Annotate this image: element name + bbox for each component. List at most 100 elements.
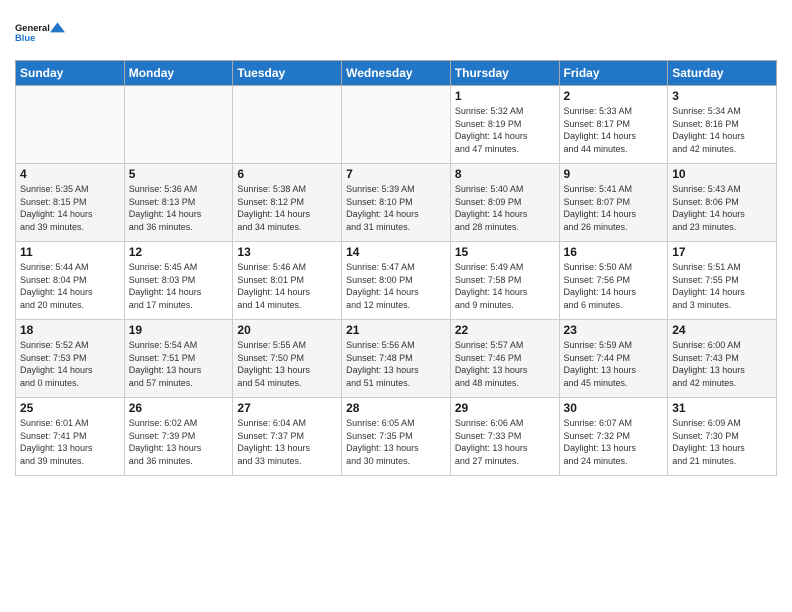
calendar-cell: 3 Sunrise: 5:34 AM Sunset: 8:16 PM Daylig… (668, 86, 777, 164)
day-info: Sunrise: 5:46 AM Sunset: 8:01 PM Dayligh… (237, 261, 337, 311)
day-number: 17 (672, 245, 772, 259)
calendar-cell: 23 Sunrise: 5:59 AM Sunset: 7:44 PM Dayli… (559, 320, 668, 398)
day-number: 28 (346, 401, 446, 415)
day-number: 27 (237, 401, 337, 415)
calendar-cell: 2 Sunrise: 5:33 AM Sunset: 8:17 PM Daylig… (559, 86, 668, 164)
day-number: 9 (564, 167, 664, 181)
day-info: Sunrise: 6:01 AM Sunset: 7:41 PM Dayligh… (20, 417, 120, 467)
calendar-cell: 18 Sunrise: 5:52 AM Sunset: 7:53 PM Dayli… (16, 320, 125, 398)
day-number: 31 (672, 401, 772, 415)
day-info: Sunrise: 5:38 AM Sunset: 8:12 PM Dayligh… (237, 183, 337, 233)
calendar-cell: 26Sunrise: 6:02 AM Sunset: 7:39 PM Dayli… (124, 398, 233, 476)
day-info: Sunrise: 5:59 AM Sunset: 7:44 PM Dayligh… (564, 339, 664, 389)
calendar-cell: 25 Sunrise: 6:01 AM Sunset: 7:41 PM Dayli… (16, 398, 125, 476)
day-number: 13 (237, 245, 337, 259)
calendar-cell: 16Sunrise: 5:50 AM Sunset: 7:56 PM Dayli… (559, 242, 668, 320)
calendar-cell: 27 Sunrise: 6:04 AM Sunset: 7:37 PM Dayli… (233, 398, 342, 476)
calendar-cell: 19 Sunrise: 5:54 AM Sunset: 7:51 PM Dayli… (124, 320, 233, 398)
day-number: 12 (129, 245, 229, 259)
calendar-cell: 10 Sunrise: 5:43 AM Sunset: 8:06 PM Dayli… (668, 164, 777, 242)
day-info: Sunrise: 5:52 AM Sunset: 7:53 PM Dayligh… (20, 339, 120, 389)
day-number: 6 (237, 167, 337, 181)
calendar-cell: 4 Sunrise: 5:35 AM Sunset: 8:15 PM Daylig… (16, 164, 125, 242)
page-container: General Blue SundayMondayTuesdayWednesda… (0, 0, 792, 486)
day-info: Sunrise: 5:34 AM Sunset: 8:16 PM Dayligh… (672, 105, 772, 155)
calendar-cell: 14 Sunrise: 5:47 AM Sunset: 8:00 PM Dayli… (342, 242, 451, 320)
day-number: 5 (129, 167, 229, 181)
day-info: Sunrise: 5:32 AM Sunset: 8:19 PM Dayligh… (455, 105, 555, 155)
logo-svg: General Blue (15, 14, 65, 52)
day-info: Sunrise: 5:55 AM Sunset: 7:50 PM Dayligh… (237, 339, 337, 389)
logo: General Blue (15, 14, 65, 52)
calendar-cell (233, 86, 342, 164)
day-number: 24 (672, 323, 772, 337)
day-info: Sunrise: 5:47 AM Sunset: 8:00 PM Dayligh… (346, 261, 446, 311)
calendar-cell: 21Sunrise: 5:56 AM Sunset: 7:48 PM Dayli… (342, 320, 451, 398)
day-info: Sunrise: 6:00 AM Sunset: 7:43 PM Dayligh… (672, 339, 772, 389)
col-header-wednesday: Wednesday (342, 61, 451, 86)
svg-text:General: General (15, 23, 50, 33)
day-info: Sunrise: 5:40 AM Sunset: 8:09 PM Dayligh… (455, 183, 555, 233)
calendar-cell (16, 86, 125, 164)
day-number: 20 (237, 323, 337, 337)
col-header-tuesday: Tuesday (233, 61, 342, 86)
calendar-cell: 1Sunrise: 5:32 AM Sunset: 8:19 PM Daylig… (450, 86, 559, 164)
day-number: 4 (20, 167, 120, 181)
day-info: Sunrise: 5:33 AM Sunset: 8:17 PM Dayligh… (564, 105, 664, 155)
day-number: 15 (455, 245, 555, 259)
day-info: Sunrise: 5:51 AM Sunset: 7:55 PM Dayligh… (672, 261, 772, 311)
day-info: Sunrise: 6:04 AM Sunset: 7:37 PM Dayligh… (237, 417, 337, 467)
day-number: 23 (564, 323, 664, 337)
col-header-friday: Friday (559, 61, 668, 86)
calendar-cell: 17 Sunrise: 5:51 AM Sunset: 7:55 PM Dayli… (668, 242, 777, 320)
day-number: 8 (455, 167, 555, 181)
calendar-cell: 5 Sunrise: 5:36 AM Sunset: 8:13 PM Daylig… (124, 164, 233, 242)
calendar-week-2: 4 Sunrise: 5:35 AM Sunset: 8:15 PM Daylig… (16, 164, 777, 242)
day-info: Sunrise: 5:39 AM Sunset: 8:10 PM Dayligh… (346, 183, 446, 233)
col-header-sunday: Sunday (16, 61, 125, 86)
calendar-cell: 22Sunrise: 5:57 AM Sunset: 7:46 PM Dayli… (450, 320, 559, 398)
day-info: Sunrise: 5:36 AM Sunset: 8:13 PM Dayligh… (129, 183, 229, 233)
day-info: Sunrise: 5:44 AM Sunset: 8:04 PM Dayligh… (20, 261, 120, 311)
day-info: Sunrise: 5:43 AM Sunset: 8:06 PM Dayligh… (672, 183, 772, 233)
day-number: 18 (20, 323, 120, 337)
calendar-header-row: SundayMondayTuesdayWednesdayThursdayFrid… (16, 61, 777, 86)
calendar-table: SundayMondayTuesdayWednesdayThursdayFrid… (15, 60, 777, 476)
calendar-week-5: 25 Sunrise: 6:01 AM Sunset: 7:41 PM Dayli… (16, 398, 777, 476)
day-info: Sunrise: 5:50 AM Sunset: 7:56 PM Dayligh… (564, 261, 664, 311)
header: General Blue (15, 10, 777, 52)
calendar-cell (124, 86, 233, 164)
calendar-cell: 13 Sunrise: 5:46 AM Sunset: 8:01 PM Dayli… (233, 242, 342, 320)
day-info: Sunrise: 6:09 AM Sunset: 7:30 PM Dayligh… (672, 417, 772, 467)
calendar-cell: 15 Sunrise: 5:49 AM Sunset: 7:58 PM Dayli… (450, 242, 559, 320)
day-info: Sunrise: 6:02 AM Sunset: 7:39 PM Dayligh… (129, 417, 229, 467)
col-header-saturday: Saturday (668, 61, 777, 86)
calendar-cell: 9 Sunrise: 5:41 AM Sunset: 8:07 PM Daylig… (559, 164, 668, 242)
calendar-cell: 11Sunrise: 5:44 AM Sunset: 8:04 PM Dayli… (16, 242, 125, 320)
day-info: Sunrise: 5:56 AM Sunset: 7:48 PM Dayligh… (346, 339, 446, 389)
calendar-cell: 29Sunrise: 6:06 AM Sunset: 7:33 PM Dayli… (450, 398, 559, 476)
day-number: 2 (564, 89, 664, 103)
calendar-cell: 12 Sunrise: 5:45 AM Sunset: 8:03 PM Dayli… (124, 242, 233, 320)
calendar-cell: 28Sunrise: 6:05 AM Sunset: 7:35 PM Dayli… (342, 398, 451, 476)
calendar-cell: 20 Sunrise: 5:55 AM Sunset: 7:50 PM Dayli… (233, 320, 342, 398)
day-number: 19 (129, 323, 229, 337)
day-info: Sunrise: 5:41 AM Sunset: 8:07 PM Dayligh… (564, 183, 664, 233)
day-number: 10 (672, 167, 772, 181)
day-number: 22 (455, 323, 555, 337)
day-info: Sunrise: 5:45 AM Sunset: 8:03 PM Dayligh… (129, 261, 229, 311)
day-info: Sunrise: 5:35 AM Sunset: 8:15 PM Dayligh… (20, 183, 120, 233)
calendar-cell: 31 Sunrise: 6:09 AM Sunset: 7:30 PM Dayli… (668, 398, 777, 476)
calendar-week-1: 1Sunrise: 5:32 AM Sunset: 8:19 PM Daylig… (16, 86, 777, 164)
day-number: 30 (564, 401, 664, 415)
col-header-thursday: Thursday (450, 61, 559, 86)
day-number: 14 (346, 245, 446, 259)
col-header-monday: Monday (124, 61, 233, 86)
day-info: Sunrise: 5:49 AM Sunset: 7:58 PM Dayligh… (455, 261, 555, 311)
calendar-cell: 30Sunrise: 6:07 AM Sunset: 7:32 PM Dayli… (559, 398, 668, 476)
day-info: Sunrise: 5:54 AM Sunset: 7:51 PM Dayligh… (129, 339, 229, 389)
day-number: 3 (672, 89, 772, 103)
svg-text:Blue: Blue (15, 33, 35, 43)
calendar-cell: 6 Sunrise: 5:38 AM Sunset: 8:12 PM Daylig… (233, 164, 342, 242)
day-number: 25 (20, 401, 120, 415)
